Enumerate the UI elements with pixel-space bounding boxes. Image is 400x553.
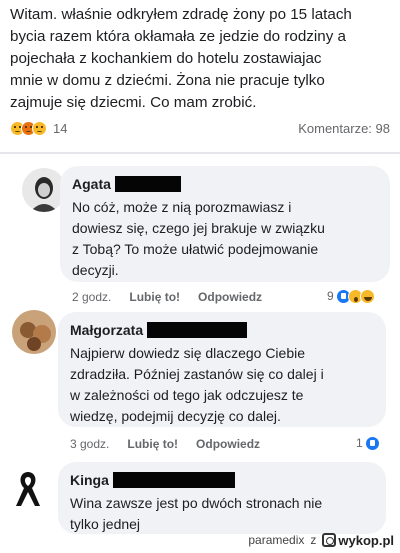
comment-time[interactable]: 2 godz. <box>72 290 111 304</box>
wykop-logo-icon <box>322 533 337 547</box>
like-button[interactable]: Lubię to! <box>129 290 180 304</box>
post-stats: 14 Komentarze: 98 <box>10 120 390 140</box>
watermark: paramedix z wykop.pl <box>248 531 394 549</box>
post-line: zajmuje się dziecmi. Co mam zrobić. <box>10 94 257 111</box>
comment-bubble: Małgorzata Najpierw dowiedz się dlaczego… <box>58 312 386 427</box>
black-ribbon-icon <box>16 472 40 506</box>
comment-time[interactable]: 3 godz. <box>70 437 109 451</box>
comment-text: Najpierw dowiedz się dlaczego Ciebie zdr… <box>70 345 324 424</box>
comment-text: Wina zawsze jest po dwóch stronach nie t… <box>70 495 323 532</box>
comment-reactions[interactable]: 1 <box>356 433 380 453</box>
comment-reaction-count: 9 <box>327 289 334 303</box>
comment-bubble: Agata No cóż, może z nią porozmawiasz i … <box>60 166 390 282</box>
comment-actions: 3 godz. Lubię to! Odpowiedz <box>70 435 278 453</box>
reply-button[interactable]: Odpowiedz <box>196 437 260 451</box>
reply-button[interactable]: Odpowiedz <box>198 290 262 304</box>
post-line: bycia razem która okłamała ze jedzie do … <box>10 28 346 45</box>
comments-count[interactable]: Komentarze: 98 <box>298 121 390 136</box>
comment-reactions[interactable]: 9 <box>327 286 375 306</box>
avatar-malgorzata-icon <box>12 310 56 354</box>
avatar[interactable] <box>6 466 50 510</box>
comment-reaction-count: 1 <box>356 436 363 450</box>
comment-bubble: Kinga Wina zawsze jest po dwóch stronach… <box>58 462 386 534</box>
post-line: mnie w domu z dziećmi. Żona nie pracuje … <box>10 72 325 89</box>
redaction-bar <box>114 176 181 192</box>
comment-author[interactable]: Małgorzata <box>70 322 143 338</box>
post-reactions[interactable]: 14 <box>10 121 67 136</box>
haha-reaction-icon <box>359 288 375 304</box>
post-line: Witam. właśnie odkryłem zdradę żony po 1… <box>10 6 352 23</box>
post-line: pojechała z kochankiem do hotelu zostawi… <box>10 50 322 67</box>
watermark-user: paramedix <box>248 533 305 547</box>
like-button[interactable]: Lubię to! <box>127 437 178 451</box>
comment-author[interactable]: Kinga <box>70 472 109 488</box>
post-text: Witam. właśnie odkryłem zdradę żony po 1… <box>10 4 394 114</box>
wykop-logo-text: wykop.pl <box>338 532 394 548</box>
comment-author[interactable]: Agata <box>72 176 111 192</box>
sad-reaction-icon <box>32 121 47 136</box>
avatar[interactable] <box>12 310 56 354</box>
comment-text: No cóż, może z nią porozmawiasz i dowies… <box>72 199 325 278</box>
comment-actions: 2 godz. Lubię to! Odpowiedz <box>72 288 280 306</box>
like-reaction-icon <box>364 435 380 451</box>
divider <box>0 152 400 154</box>
wykop-logo: wykop.pl <box>322 533 394 548</box>
watermark-z: z <box>310 533 317 547</box>
redaction-bar <box>112 472 235 488</box>
post-reaction-count: 14 <box>53 121 68 136</box>
redaction-bar <box>147 322 248 338</box>
